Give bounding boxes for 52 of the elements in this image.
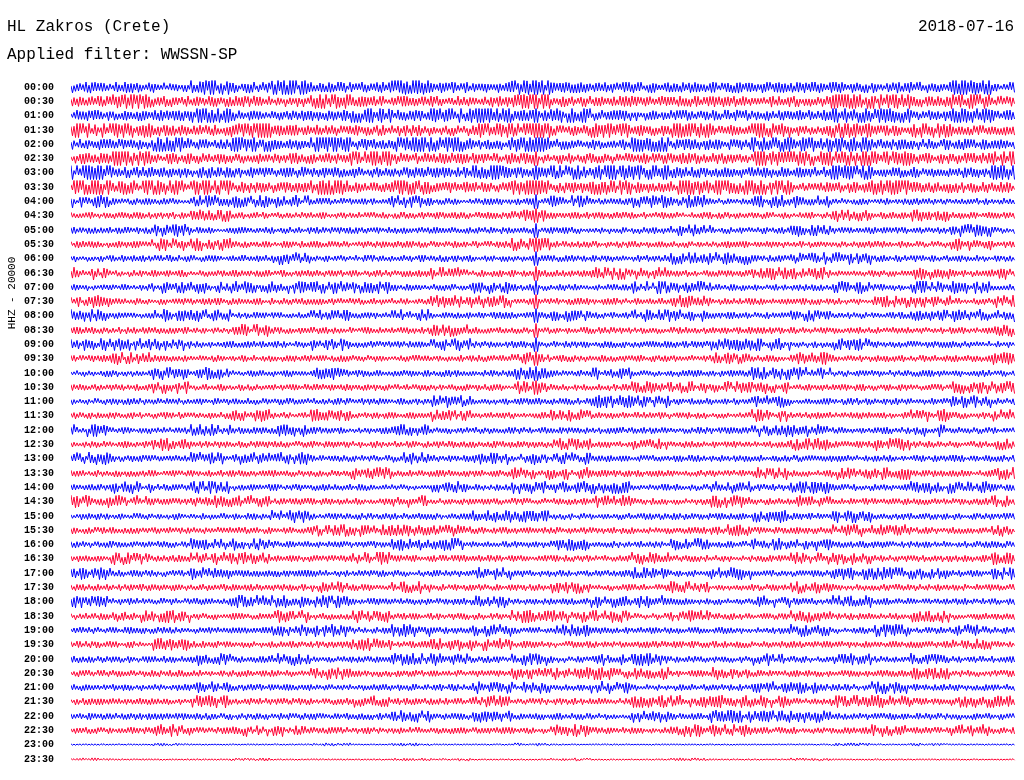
time-label: 07:30: [24, 296, 55, 308]
time-label: 16:00: [24, 539, 55, 551]
time-label: 02:30: [24, 153, 55, 165]
time-label: 00:30: [24, 95, 55, 107]
time-label: 10:30: [24, 381, 55, 393]
time-label: 23:30: [24, 753, 55, 765]
time-label: 04:30: [24, 210, 55, 222]
time-label: 17:30: [24, 582, 55, 594]
time-label: 14:30: [24, 496, 55, 508]
time-label: 18:30: [24, 610, 55, 622]
time-label: 04:00: [24, 196, 55, 207]
time-label: 21:30: [24, 696, 55, 708]
time-label: 00:00: [24, 81, 55, 93]
time-label: 17:00: [24, 567, 55, 579]
time-label: 03:00: [24, 167, 55, 179]
time-label: 20:30: [24, 667, 55, 679]
time-label: 06:00: [24, 253, 55, 265]
time-label: 15:30: [24, 524, 55, 536]
channel-label: HHZ - 20000: [6, 256, 18, 330]
time-label: 19:30: [24, 639, 55, 651]
time-label: 09:00: [24, 339, 55, 350]
filter-label: Applied filter: WWSSN-SP: [7, 46, 238, 64]
time-label: 13:00: [24, 453, 55, 465]
time-label: 03:30: [24, 181, 55, 193]
time-label: 16:30: [24, 553, 55, 565]
time-label: 09:30: [24, 353, 55, 365]
time-label: 01:00: [24, 110, 55, 122]
time-label: 12:30: [24, 439, 55, 451]
time-label: 18:00: [24, 596, 55, 608]
time-label: 10:00: [24, 367, 55, 379]
time-label: 05:30: [24, 238, 55, 250]
time-label: 13:30: [24, 467, 55, 479]
time-label: 20:00: [24, 653, 55, 665]
time-label: 11:30: [24, 410, 55, 422]
date-label: 2018-07-16: [918, 18, 1014, 36]
time-label: 23:00: [24, 739, 55, 751]
time-label: 22:30: [24, 725, 55, 736]
time-label: 22:00: [24, 710, 55, 722]
time-label: 08:30: [24, 324, 55, 336]
time-label: 02:00: [24, 138, 55, 150]
time-label: 07:00: [24, 281, 55, 293]
time-label: 01:30: [24, 124, 55, 136]
time-label: 12:00: [24, 424, 55, 436]
time-label: 14:00: [24, 481, 55, 493]
time-label: 21:00: [24, 682, 55, 694]
time-label: 08:00: [24, 310, 55, 322]
time-label: 06:30: [24, 267, 55, 279]
station-title: HL Zakros (Crete): [7, 18, 171, 36]
time-label: 19:00: [24, 624, 55, 636]
time-label: 11:00: [24, 396, 55, 408]
time-label: 05:00: [24, 224, 55, 236]
time-label: 15:00: [24, 510, 55, 522]
